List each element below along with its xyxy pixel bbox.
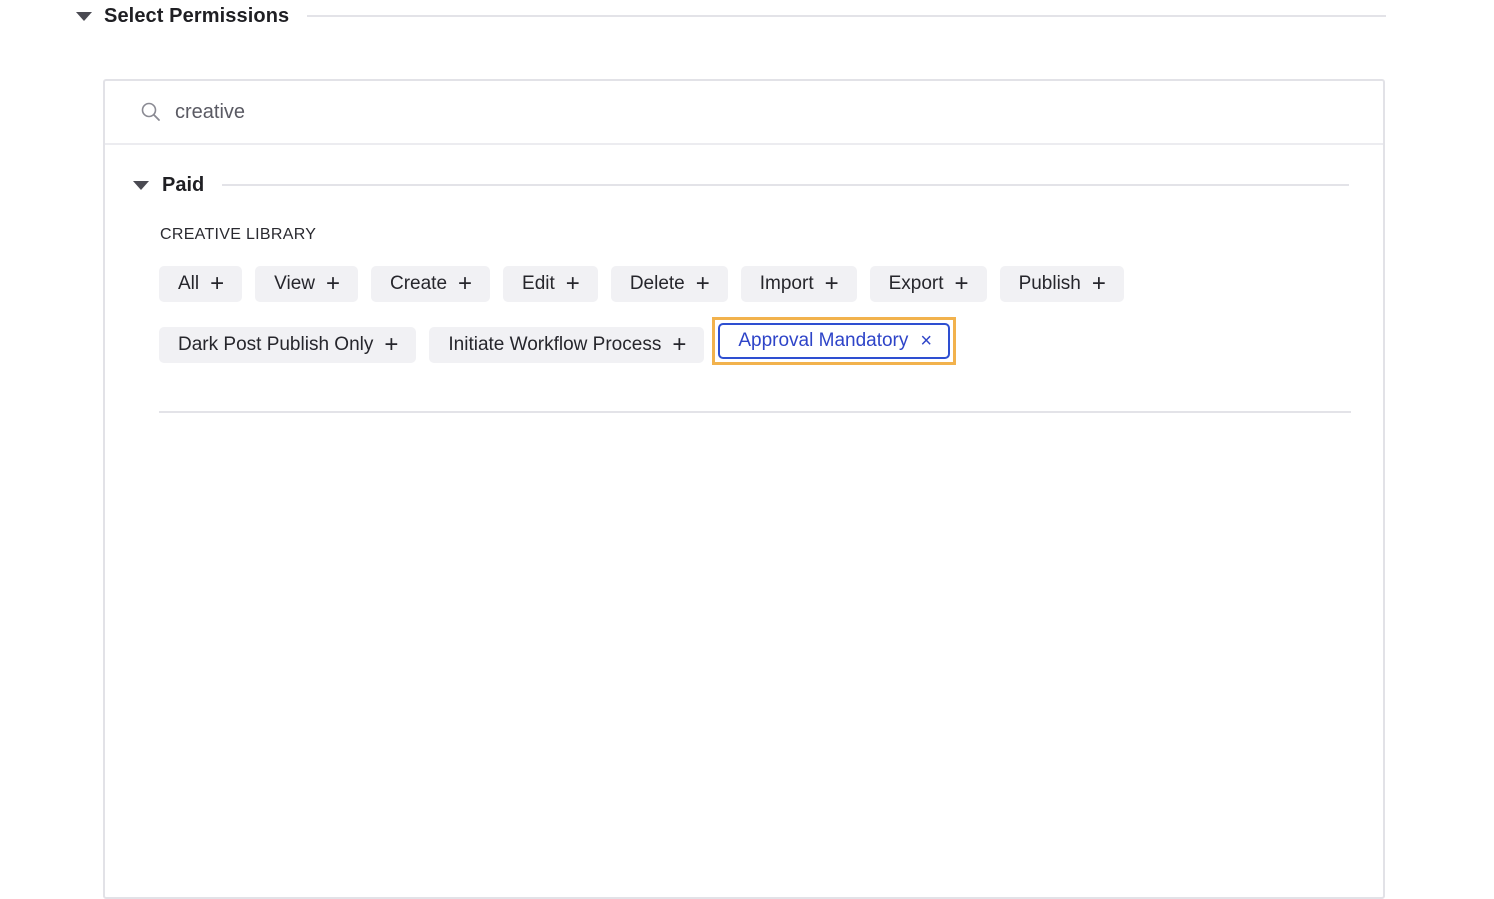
plus-icon: + <box>384 331 399 358</box>
group-title: Paid <box>162 173 205 196</box>
chip-label: Delete <box>629 273 685 294</box>
category-label: CREATIVE LIBRARY <box>160 226 317 243</box>
focus-highlight: Approval Mandatory × <box>712 316 957 365</box>
permission-chip-view[interactable]: View + <box>255 266 358 302</box>
divider <box>307 15 1386 17</box>
plus-icon: + <box>824 270 839 297</box>
chip-label: Initiate Workflow Process <box>448 334 662 355</box>
search-icon <box>141 102 161 122</box>
chip-label: View <box>274 273 315 294</box>
plus-icon: + <box>325 270 340 297</box>
plus-icon: + <box>210 270 225 297</box>
chip-label: Approval Mandatory <box>738 329 909 351</box>
divider <box>222 184 1349 186</box>
chip-row: Dark Post Publish Only + Initiate Workflo… <box>159 316 1359 365</box>
permission-chip-approval-mandatory[interactable]: Approval Mandatory × <box>718 322 951 359</box>
search-bar <box>105 81 1383 145</box>
permission-chip-edit[interactable]: Edit + <box>503 266 598 302</box>
focus-ring: Approval Mandatory × <box>712 316 957 365</box>
section-title: Select Permissions <box>104 4 290 27</box>
permission-chip-initiate-workflow-process[interactable]: Initiate Workflow Process + <box>429 327 705 363</box>
caret-down-icon[interactable] <box>133 180 149 190</box>
divider <box>159 411 1351 413</box>
search-input[interactable] <box>173 99 777 125</box>
plus-icon: + <box>1091 270 1106 297</box>
permission-chips: All + View + Create + Edit + Delete + Import +… <box>159 266 1359 388</box>
plus-icon: + <box>954 270 969 297</box>
chip-row: All + View + Create + Edit + Delete + Import +… <box>159 266 1359 302</box>
close-icon[interactable]: × <box>920 331 932 351</box>
permission-chip-export[interactable]: Export + <box>869 266 987 302</box>
permission-chip-import[interactable]: Import + <box>740 266 857 302</box>
permissions-panel: Paid CREATIVE LIBRARY All + View + Create +… <box>103 79 1385 899</box>
chip-label: Import <box>759 273 814 294</box>
plus-icon: + <box>458 270 473 297</box>
chip-label: Export <box>888 273 944 294</box>
permission-chip-dark-post-publish-only[interactable]: Dark Post Publish Only + <box>159 327 417 363</box>
chip-label: Publish <box>1018 273 1081 294</box>
chip-label: Edit <box>522 273 555 294</box>
permission-chip-delete[interactable]: Delete + <box>610 266 728 302</box>
plus-icon: + <box>672 331 687 358</box>
permission-chip-all[interactable]: All + <box>159 266 243 302</box>
permission-chip-publish[interactable]: Publish + <box>999 266 1124 302</box>
chip-label: Create <box>390 273 448 294</box>
chip-label: All <box>178 273 200 294</box>
chip-label: Dark Post Publish Only <box>178 334 374 355</box>
select-permissions-header[interactable]: Select Permissions <box>76 2 1386 30</box>
permission-chip-create[interactable]: Create + <box>371 266 491 302</box>
caret-down-icon[interactable] <box>76 11 92 21</box>
group-header-paid[interactable]: Paid <box>133 173 1349 197</box>
plus-icon: + <box>565 270 580 297</box>
plus-icon: + <box>695 270 710 297</box>
